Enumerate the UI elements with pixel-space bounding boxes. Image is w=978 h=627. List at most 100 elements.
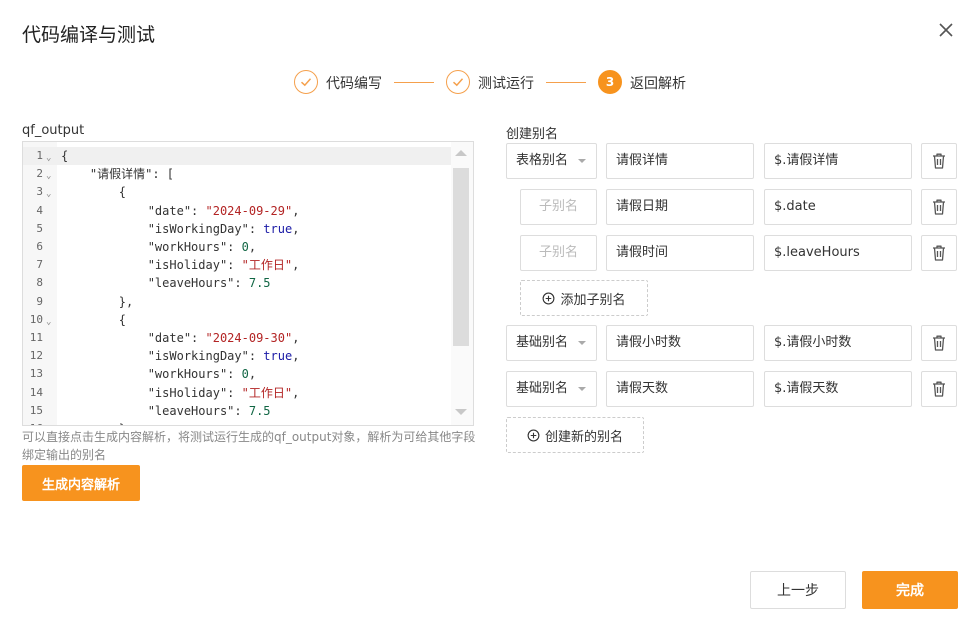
alias-path-input[interactable]: $.date (764, 189, 912, 225)
step-indicator: 代码编写 测试运行 3 返回解析 (0, 70, 978, 98)
delete-alias-button[interactable] (921, 143, 957, 179)
code-text: "workHours": 0, (61, 238, 256, 256)
alias-name-input[interactable]: 请假天数 (606, 371, 754, 407)
previous-step-button[interactable]: 上一步 (750, 571, 846, 609)
alias-type-select[interactable]: 基础别名 (506, 371, 597, 407)
code-token: , (292, 258, 300, 273)
check-icon (294, 70, 318, 94)
line-number: 6 (36, 240, 43, 253)
line-number: 10 (29, 312, 43, 326)
code-token: "工作日" (241, 258, 293, 273)
step-number-3: 3 (598, 70, 622, 94)
scroll-up-icon[interactable] (455, 150, 467, 156)
alias-path-input[interactable]: $.请假天数 (764, 371, 912, 407)
generate-parse-button[interactable]: 生成内容解析 (22, 465, 140, 501)
trash-icon (931, 198, 947, 216)
trash-icon (931, 152, 947, 170)
code-token: , (292, 203, 300, 218)
line-number: 16 (23, 420, 43, 425)
code-token: "isHoliday": (61, 258, 242, 273)
code-token: "isHoliday": (61, 385, 242, 400)
alias-name-input[interactable]: 请假详情 (606, 143, 754, 179)
code-token: 0 (241, 240, 249, 254)
parse-hint: 可以直接点击生成内容解析，将测试运行生成的qf_output对象，解析为可给其他… (22, 430, 476, 462)
code-token: true (263, 221, 293, 236)
code-token: { (61, 149, 69, 163)
finish-button[interactable]: 完成 (862, 571, 958, 609)
alias-name-input[interactable]: 请假日期 (606, 189, 754, 225)
code-line: 2 ⌄ "请假详情": [ (23, 165, 453, 183)
code-text: "isHoliday": "工作日", (61, 384, 300, 402)
alias-type-label: 基础别名 (516, 335, 569, 350)
code-token: , (292, 331, 300, 345)
code-text: "isWorkingDay": true, (61, 220, 300, 238)
line-number: 13 (29, 367, 43, 381)
alias-path-input[interactable]: $.请假小时数 (764, 325, 912, 361)
delete-alias-button[interactable] (921, 189, 957, 225)
scroll-down-icon[interactable] (455, 409, 467, 415)
close-icon[interactable] (936, 20, 956, 40)
add-sub-alias-button[interactable]: 添加子别名 (520, 280, 648, 316)
code-line: 4 "date": "2024-09-29", (23, 202, 453, 220)
code-line: 7 "isHoliday": "工作日", (23, 256, 453, 274)
alias-name-input[interactable]: 请假小时数 (606, 325, 754, 361)
code-token: { (61, 185, 127, 200)
code-token: "工作日" (241, 385, 293, 400)
line-number: 7 (36, 258, 43, 272)
code-line: 16 } (23, 420, 453, 425)
delete-alias-button[interactable] (921, 325, 957, 361)
line-number: 12 (29, 349, 43, 363)
code-token: "2024-09-29" (205, 203, 293, 218)
code-token: "isWorkingDay": (61, 349, 264, 364)
code-text: "workHours": 0, (61, 365, 256, 383)
step-connector (394, 82, 434, 83)
code-text: "isHoliday": "工作日", (61, 256, 300, 274)
code-text: { (61, 311, 126, 329)
code-line: 15 "leaveHours": 7.5 (23, 402, 453, 420)
caret-down-icon (578, 341, 586, 345)
code-line: 6 "workHours": 0, (23, 238, 453, 256)
code-line: 9 }, (23, 293, 453, 311)
line-number: 4 (36, 203, 43, 217)
alias-type-label: 表格别名 (516, 153, 569, 168)
create-new-alias-button[interactable]: 创建新的别名 (506, 417, 644, 453)
code-text: "leaveHours": 7.5 (61, 274, 271, 292)
code-token: "isWorkingDay": (61, 221, 264, 236)
plus-circle-icon (527, 429, 540, 441)
alias-type-select[interactable]: 基础别名 (506, 325, 597, 361)
line-number: 5 (36, 221, 43, 235)
code-token: } (61, 422, 126, 425)
check-icon (446, 70, 470, 94)
delete-alias-button[interactable] (921, 371, 957, 407)
code-text: "请假详情": [ (61, 165, 174, 183)
alias-path-input[interactable]: $.请假详情 (764, 143, 912, 179)
code-text: }, (61, 293, 133, 311)
line-number: 3 (36, 185, 43, 199)
scrollbar-thumb[interactable] (453, 168, 469, 346)
code-line: 1 ⌄{ (23, 147, 453, 165)
line-number: 9 (36, 294, 43, 308)
sub-alias-tag: 子别名 (520, 235, 597, 271)
code-token: "leaveHours": (61, 403, 249, 418)
trash-icon (931, 334, 947, 352)
code-line: 14 "isHoliday": "工作日", (23, 384, 453, 402)
alias-name-input[interactable]: 请假时间 (606, 235, 754, 271)
code-line: 3 ⌄ { (23, 183, 453, 201)
caret-down-icon (578, 387, 586, 391)
line-number: 14 (29, 385, 43, 399)
scrollbar[interactable] (451, 142, 473, 425)
code-token: { (61, 312, 127, 327)
code-editor[interactable]: 1 ⌄{2 ⌄ "请假详情": [3 ⌄ {4 "date": "2024-09-29… (22, 141, 474, 426)
line-number: 11 (29, 331, 43, 344)
code-text: { (61, 147, 68, 165)
dialog-title: 代码编译与测试 (22, 24, 156, 46)
line-number: 2 (36, 167, 43, 181)
code-token: 0 (241, 367, 249, 382)
alias-type-select[interactable]: 表格别名 (506, 143, 597, 179)
step-label-code-write: 代码编写 (326, 76, 382, 92)
delete-alias-button[interactable] (921, 235, 957, 271)
alias-section-label: 创建别名 (506, 127, 559, 142)
plus-circle-icon (543, 292, 555, 304)
alias-path-input[interactable]: $.leaveHours (764, 235, 912, 271)
code-text: "leaveHours": 7.5 (61, 402, 271, 420)
